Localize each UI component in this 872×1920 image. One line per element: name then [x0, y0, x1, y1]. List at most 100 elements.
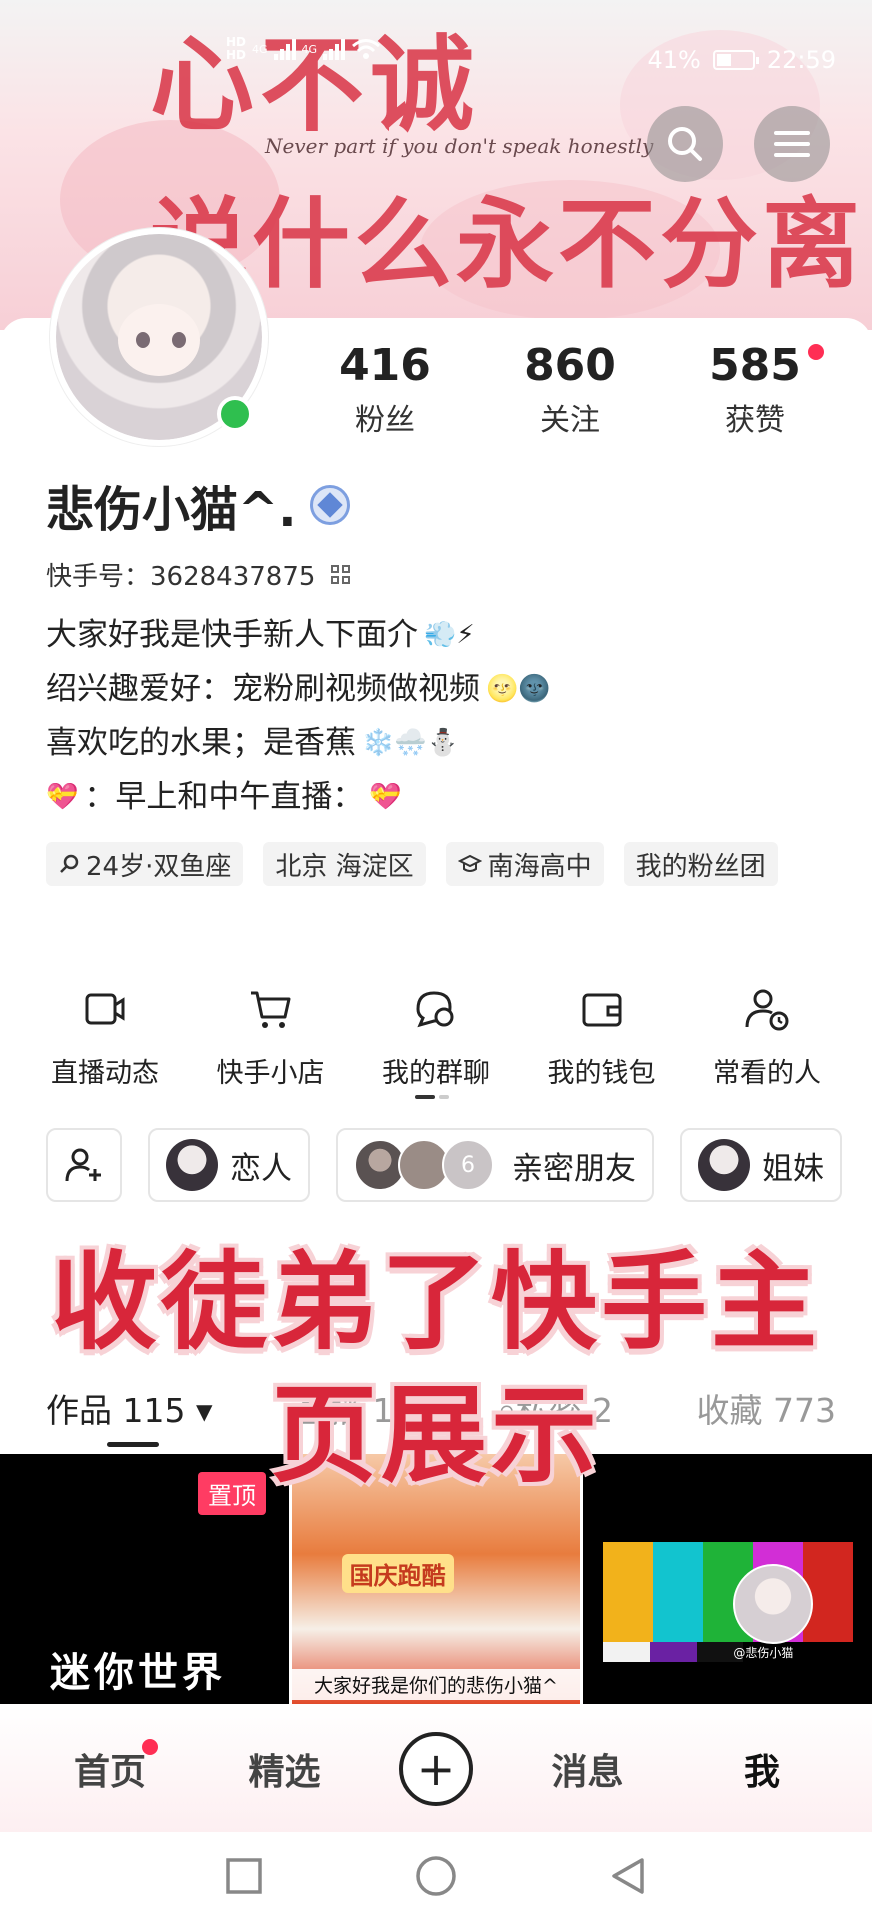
tool-label: 直播动态 [51, 1058, 159, 1089]
avatar [166, 1139, 218, 1191]
bio-emoji: ❄️🌨️⛄ [362, 728, 460, 758]
live-camera-icon [85, 993, 125, 1025]
bio-line: 💝 ：早上和中午直播： 💝 [46, 770, 551, 824]
friend-group-close-friends[interactable]: 6 亲密朋友 [336, 1128, 654, 1202]
bottom-nav: 首页 精选 + 消息 我 [0, 1706, 872, 1832]
avatar-count: 6 [442, 1139, 494, 1191]
user-name: 悲伤小猫^. [46, 482, 297, 538]
tag-label: 南海高中 [487, 851, 592, 882]
network-type: 4G [252, 42, 268, 56]
qr-code-icon[interactable] [331, 565, 351, 584]
active-tab-indicator [107, 1442, 159, 1447]
tag-location[interactable]: 北京 海淀区 [263, 842, 426, 886]
hd-icon: HD HD [226, 35, 247, 62]
cover-title-bottom: 说什么永不分离 [150, 187, 865, 302]
bio-emoji: 🌝🌚 [486, 674, 551, 704]
tag-label: 24岁·双鱼座 [86, 851, 232, 882]
bio-line: 绍兴趣爱好：宠粉刷视频做视频 🌝🌚 [46, 662, 551, 716]
tab-works[interactable]: 作品 115 ▾ [46, 1384, 213, 1432]
nav-messages[interactable]: 消息 [528, 1743, 648, 1795]
tool-label: 我的钱包 [547, 1058, 656, 1089]
signal-area: HD HD 4G 4G [226, 36, 381, 62]
tag-school[interactable]: 南海高中 [445, 842, 604, 886]
online-status-dot [217, 396, 253, 432]
tag-age-zodiac[interactable]: 24岁·双鱼座 [46, 842, 244, 886]
thumbnail-caption: 大家好我是你们的悲伤小猫^ [291, 1669, 581, 1700]
signal-icon [273, 38, 296, 60]
video-thumbnail[interactable]: 国庆跑酷 大家好我是你们的悲伤小猫^ [291, 1454, 581, 1704]
tool-label: 我的群聊 [382, 1058, 490, 1089]
home-circle-icon[interactable] [414, 1854, 458, 1898]
avatar [698, 1139, 750, 1191]
friend-group-label: 恋人 [230, 1150, 292, 1187]
friend-group-label: 亲密朋友 [512, 1150, 636, 1187]
tools-page-indicator [415, 1095, 455, 1099]
menu-icon [774, 131, 810, 157]
stat-following[interactable]: 860 关注 [485, 340, 655, 439]
nav-featured[interactable]: 精选 [225, 1743, 345, 1795]
battery-percent: 41% [647, 46, 701, 74]
color-bars [603, 1542, 854, 1642]
stat-likes[interactable]: 585 获赞 [670, 340, 840, 439]
tool-shop[interactable]: 快手小店 [196, 985, 346, 1090]
graduation-cap-icon [457, 854, 482, 872]
tag-label: 我的粉丝团 [635, 851, 766, 882]
clock: 22:59 [766, 46, 836, 74]
recents-icon[interactable] [224, 1856, 264, 1896]
friend-groups: 恋人 6 亲密朋友 姐妹 [46, 1128, 872, 1202]
video-thumbnail[interactable]: @悲伤小猫 [583, 1454, 872, 1704]
notification-dot [142, 1739, 158, 1755]
tab-private[interactable]: 🔒︎私密 2 [498, 1384, 613, 1432]
tag-label: 北京 海淀区 [275, 851, 414, 882]
signal-icon [323, 38, 346, 60]
kuaishou-id[interactable]: 快手号：3628437875 [46, 556, 351, 593]
content-tabs: 作品 115 ▾ 直播 17 🔒︎私密 2 收藏 773 [46, 1384, 836, 1432]
profile-tags: 24岁·双鱼座 北京 海淀区 南海高中 我的粉丝团 [46, 842, 846, 886]
pinned-badge: 置顶 [198, 1472, 266, 1515]
lock-icon: 🔒︎ [497, 1391, 516, 1430]
tool-frequent-people[interactable]: 常看的人 [692, 985, 842, 1090]
search-icon [668, 127, 702, 161]
nav-home[interactable]: 首页 [50, 1739, 170, 1795]
color-bars [603, 1642, 744, 1662]
add-person-icon [65, 1148, 101, 1182]
system-nav-bar [0, 1832, 872, 1920]
tool-live-feed[interactable]: 直播动态 [30, 985, 180, 1090]
bio-emoji: 💝 [369, 782, 402, 812]
name-row: 悲伤小猫^. [46, 470, 351, 540]
cover-subtitle: Never part if you don't speak honestly [265, 134, 654, 158]
stat-followers[interactable]: 416 粉丝 [300, 340, 470, 439]
search-button[interactable] [647, 106, 723, 182]
create-button[interactable]: + [399, 1732, 473, 1806]
menu-button[interactable] [754, 106, 830, 182]
level-badge-icon[interactable] [310, 485, 351, 525]
battery-icon [712, 50, 759, 70]
tool-group-chat[interactable]: 我的群聊 [361, 985, 511, 1090]
friend-group-lover[interactable]: 恋人 [148, 1128, 310, 1202]
bio-line: 大家好我是快手新人下面介 💨⚡ [46, 608, 551, 662]
tool-label: 常看的人 [713, 1058, 821, 1089]
tag-fan-club[interactable]: 我的粉丝团 [623, 842, 778, 886]
wallet-icon [582, 993, 621, 1027]
tab-favorites[interactable]: 收藏 773 [697, 1384, 836, 1432]
friend-group-sisters[interactable]: 姐妹 [680, 1128, 842, 1202]
notification-dot [808, 344, 824, 360]
frequent-people-icon [745, 989, 789, 1031]
kuaishou-id-text: 快手号：3628437875 [46, 562, 316, 592]
stat-label: 获赞 [725, 403, 785, 438]
stat-number: 860 [524, 340, 616, 391]
status-bar: HD HD 4G 4G 41% 22:59 [0, 36, 872, 86]
bio: 大家好我是快手新人下面介 💨⚡ 绍兴趣爱好：宠粉刷视频做视频 🌝🌚 喜欢吃的水果… [46, 608, 551, 824]
back-icon[interactable] [608, 1856, 648, 1896]
status-right: 41% 22:59 [647, 46, 836, 74]
tool-wallet[interactable]: 我的钱包 [527, 985, 677, 1090]
bio-emoji: 💨⚡ [424, 620, 475, 650]
add-friend-button[interactable] [46, 1128, 122, 1202]
tools-row: 直播动态 快手小店 我的群聊 我的钱包 常看的人 [30, 985, 842, 1090]
avatar-stack: 6 [354, 1139, 494, 1191]
battery-fill [716, 54, 731, 66]
nav-me[interactable]: 我 [702, 1743, 822, 1795]
friend-group-label: 姐妹 [762, 1150, 824, 1187]
bio-text: 绍兴趣爱好：宠粉刷视频做视频 [46, 671, 480, 707]
tab-live[interactable]: 直播 17 [296, 1384, 414, 1432]
